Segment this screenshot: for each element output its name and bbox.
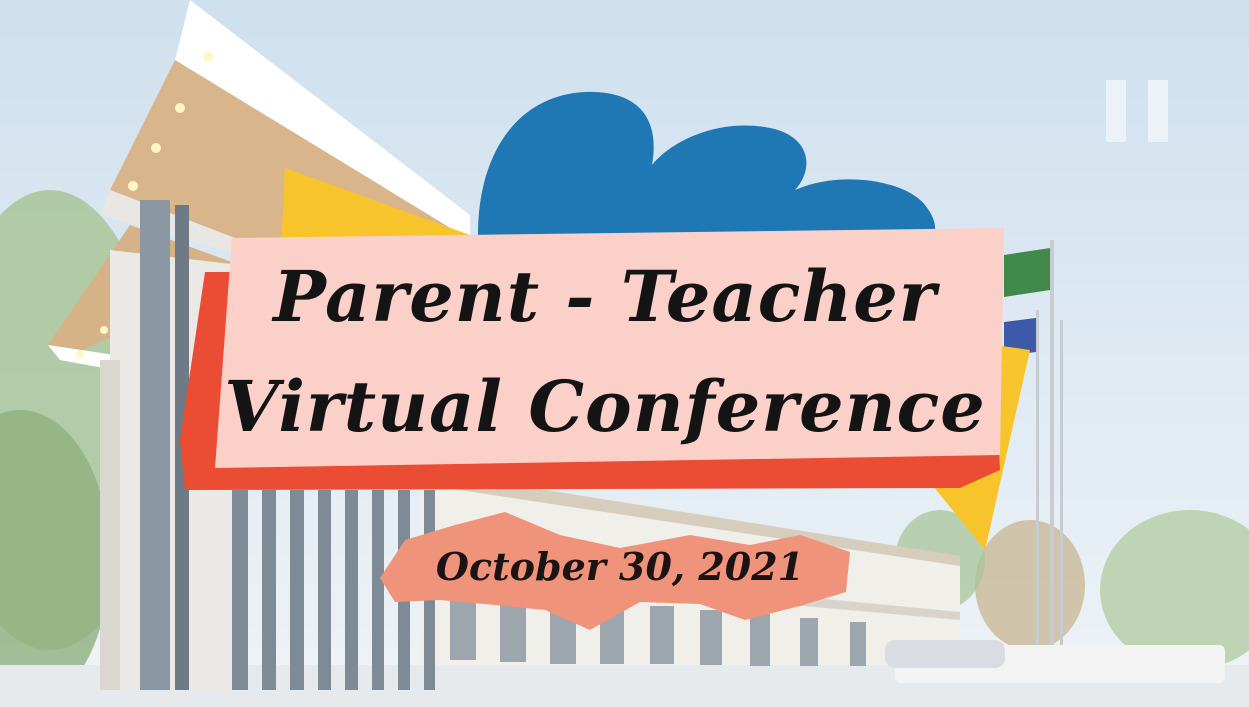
event-date: October 30, 2021 bbox=[435, 544, 805, 589]
title-line-1: Parent - Teacher bbox=[273, 255, 937, 338]
title-line-2: Virtual Conference bbox=[224, 365, 986, 448]
school-building-illustration bbox=[0, 0, 1249, 707]
slide: Parent - Teacher Virtual Conference Octo… bbox=[0, 0, 1249, 707]
pause-icon[interactable] bbox=[1106, 80, 1170, 142]
